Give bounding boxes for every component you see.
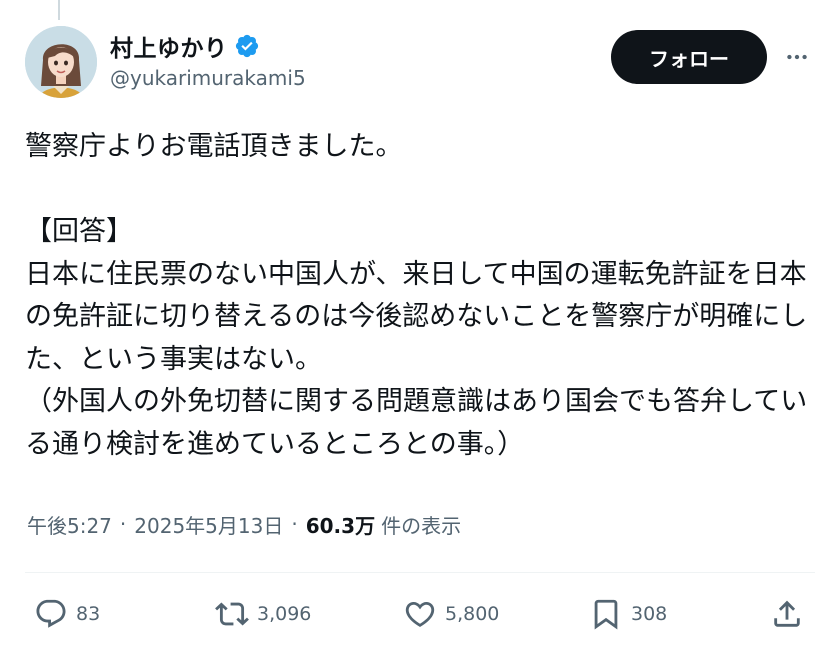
bookmark-button[interactable]: 308 — [589, 592, 667, 636]
share-button[interactable] — [770, 592, 804, 636]
heart-icon — [403, 597, 437, 631]
bookmark-count: 308 — [631, 603, 668, 625]
share-icon — [770, 597, 804, 631]
like-button[interactable]: 5,800 — [403, 592, 499, 636]
reply-button[interactable]: 83 — [34, 592, 100, 636]
tweet-header: 村上ゆかり @yukarimurakami5 フォロー — [0, 0, 834, 110]
author-display-name[interactable]: 村上ゆかり — [110, 29, 228, 63]
retweet-button[interactable]: 3,096 — [215, 592, 311, 636]
avatar[interactable] — [25, 26, 97, 98]
views-label[interactable]: 件の表示 — [381, 510, 461, 539]
bookmark-icon — [589, 597, 623, 631]
retweet-icon — [215, 597, 249, 631]
tweet-actions: 83 3,096 5,800 308 — [0, 592, 834, 636]
retweet-count: 3,096 — [257, 603, 312, 625]
reply-icon — [34, 597, 68, 631]
meta-separator: · — [291, 512, 298, 536]
meta-separator: · — [119, 512, 127, 536]
author-handle[interactable]: @yukarimurakami5 — [110, 66, 306, 90]
like-count: 5,800 — [445, 603, 500, 625]
views-count[interactable]: 60.3万 — [306, 510, 375, 539]
reply-count: 83 — [76, 603, 101, 625]
tweet-date[interactable]: 2025年5月13日 — [134, 510, 283, 539]
more-horizontal-icon[interactable] — [782, 42, 812, 72]
follow-button[interactable]: フォロー — [611, 30, 767, 84]
tweet-text: 警察庁よりお電話頂きました。 【回答】 日本に住民票のない中国人が、来日して中国… — [25, 131, 808, 460]
tweet-metadata: 午後5:27 · 2025年5月13日 · 60.3万 件の表示 — [27, 506, 461, 542]
tweet-time[interactable]: 午後5:27 — [27, 510, 112, 539]
author-info: 村上ゆかり @yukarimurakami5 — [110, 28, 306, 90]
author-name-row: 村上ゆかり — [110, 28, 306, 64]
verified-badge-icon[interactable] — [234, 33, 260, 59]
divider — [25, 572, 815, 573]
profile-avatar-illustration — [25, 26, 97, 98]
